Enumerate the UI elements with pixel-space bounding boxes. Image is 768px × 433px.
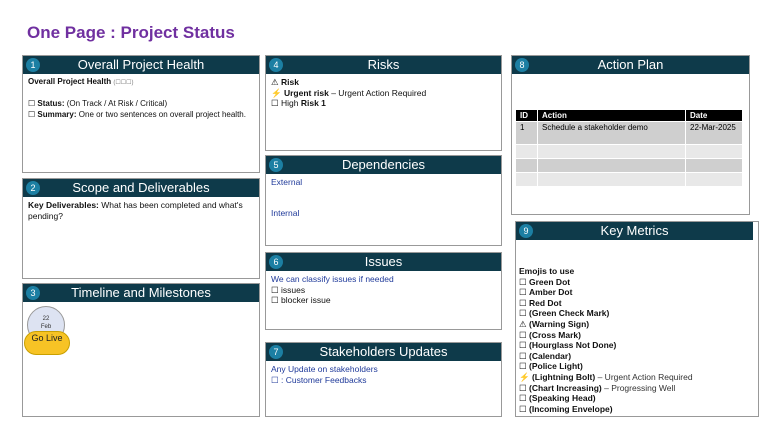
- panel-issues: 6 Issues We can classify issues if needed…: [265, 252, 502, 330]
- section-number: 1: [26, 58, 40, 72]
- metrics-list: ☐ Green Dot ☐ Amber Dot ☐ Red Dot ☐ (Green …: [519, 277, 753, 415]
- panel-header: 9 Key Metrics: [516, 222, 753, 240]
- panel-stakeholders: 7 Stakeholders Updates Any Update on stak…: [265, 342, 502, 417]
- metric-item: ☐ (Hourglass Not Done): [519, 340, 617, 351]
- panel-title: Overall Project Health: [77, 57, 205, 72]
- emoji-icon: ☐: [519, 308, 527, 319]
- metric-item: ☐ Red Dot: [519, 297, 562, 308]
- panel-header: 4 Risks: [266, 56, 501, 74]
- emoji-icon: ☐: [519, 361, 527, 372]
- emoji-icon: ⚡: [519, 371, 530, 382]
- blocker-line: ☐ blocker issue: [271, 295, 331, 305]
- emoji-icon: ⚠: [519, 318, 527, 329]
- emoji-icon: ☐: [519, 287, 527, 298]
- urgent-risk-line: ⚡ Urgent risk – Urgent Action Required: [271, 87, 427, 98]
- metric-item: ☐ (Speaking Head): [519, 393, 596, 404]
- panel-overall-health: 1 Overall Project Health Overall Project …: [22, 55, 260, 173]
- section-number: 5: [269, 158, 283, 172]
- column-header: Action: [537, 109, 686, 122]
- action-table: ID Action Date 1 Schedule a stakeholder dem…: [515, 109, 743, 187]
- internal-label: Internal: [271, 207, 300, 218]
- metrics-heading: Emojis to use: [519, 266, 575, 276]
- column-header: ID: [515, 109, 538, 122]
- section-number: 4: [269, 58, 283, 72]
- emoji-icon: ☐: [519, 382, 527, 393]
- panel-title: Key Metrics: [600, 223, 669, 238]
- lightning-icon: ⚡: [271, 87, 282, 98]
- table-row: 1 Schedule a stakeholder demo 22-Mar-2025: [515, 121, 743, 145]
- panel-header: 1 Overall Project Health: [23, 56, 259, 74]
- emoji-icon: ☐: [519, 350, 527, 361]
- metric-item: ☐ (Calendar): [519, 350, 572, 361]
- panel-key-metrics: 9 Key Metrics Emojis to use ☐ Green Dot ☐ …: [515, 221, 759, 417]
- panel-title: Stakeholders Updates: [319, 344, 448, 359]
- table-row: [515, 144, 743, 159]
- metric-item: ☐ Green Dot: [519, 276, 571, 287]
- table-row: [515, 172, 743, 187]
- summary-line: ☐ Summary: One or two sentences on overa…: [28, 109, 246, 119]
- metric-item: ☐ (Green Check Mark): [519, 308, 610, 319]
- section-number: 7: [269, 345, 283, 359]
- panel-header: 6 Issues: [266, 253, 501, 271]
- panel-title: Issues: [364, 254, 403, 269]
- panel-header: 8 Action Plan: [512, 56, 749, 74]
- panel-header: 2 Scope and Deliverables: [23, 179, 259, 197]
- metric-item: ⚡ (Lightning Bolt) – Urgent Action Requi…: [519, 371, 693, 382]
- panel-header: 7 Stakeholders Updates: [266, 343, 501, 361]
- risk-line: ⚠ Risk: [271, 77, 299, 87]
- warning-icon: ⚠: [271, 77, 279, 87]
- section-number: 8: [515, 58, 529, 72]
- stakeholder-update: Any Update on stakeholders: [271, 364, 378, 374]
- high-risk-line: ☐ High Risk 1: [271, 98, 326, 108]
- panel-dependencies: 5 Dependencies External Internal: [265, 155, 502, 246]
- panel-title: Scope and Deliverables: [72, 180, 210, 195]
- emoji-icon: ☐: [519, 403, 527, 414]
- panel-title: Dependencies: [341, 157, 426, 172]
- section-number: 9: [519, 224, 533, 238]
- section-number: 6: [269, 255, 283, 269]
- panel-title: Action Plan: [597, 57, 664, 72]
- emoji-icon: ☐: [519, 329, 527, 340]
- external-label: External: [271, 177, 303, 187]
- section-number: 3: [26, 286, 40, 300]
- metric-item: ☐ (Cross Mark): [519, 329, 581, 340]
- feedback-line: ☐ : Customer Feedbacks: [271, 374, 367, 385]
- metric-item: ☐ Amber Dot: [519, 287, 573, 298]
- table-row: [515, 158, 743, 173]
- metric-item: ☐ (Police Light): [519, 361, 583, 372]
- panel-title: Risks: [367, 57, 400, 72]
- health-heading: Overall Project Health: [28, 77, 112, 86]
- emoji-icon: ☐: [519, 340, 527, 351]
- health-heading-suffix: (☐☐☐): [113, 80, 134, 86]
- page-title: One Page : Project Status: [27, 23, 235, 42]
- emoji-icon: ☐: [519, 276, 527, 287]
- panel-header: 5 Dependencies: [266, 156, 501, 174]
- status-line: ☐ Status: (On Track / At Risk / Critical…: [28, 99, 168, 108]
- scope-text: Key Deliverables: What has been complete…: [28, 200, 243, 221]
- metric-item: ⚠ (Warning Sign): [519, 318, 590, 329]
- panel-risks: 4 Risks ⚠ Risk ⚡ Urgent risk – Urgent Act…: [265, 55, 502, 151]
- issues-line: ☐ issues: [271, 284, 306, 295]
- panel-timeline: 3 Timeline and Milestones 22 Feb Go Live: [22, 283, 260, 417]
- metric-item: ☐ (Chart Increasing) – Progressing Well: [519, 382, 676, 393]
- metric-item: ☐ (Incoming Envelope): [519, 403, 613, 414]
- emoji-icon: ☐: [519, 297, 527, 308]
- milestone-cloud: Go Live: [24, 331, 70, 355]
- panel-title: Timeline and Milestones: [71, 285, 211, 300]
- panel-action-plan: 8 Action Plan ID Action Date 1 Schedule a st…: [511, 55, 750, 215]
- panel-header: 3 Timeline and Milestones: [23, 284, 259, 302]
- emoji-icon: ☐: [519, 393, 527, 404]
- column-header: Date: [685, 109, 743, 122]
- issues-intro: We can classify issues if needed: [271, 274, 394, 284]
- panel-scope: 2 Scope and Deliverables Key Deliverables…: [22, 178, 260, 279]
- section-number: 2: [26, 181, 40, 195]
